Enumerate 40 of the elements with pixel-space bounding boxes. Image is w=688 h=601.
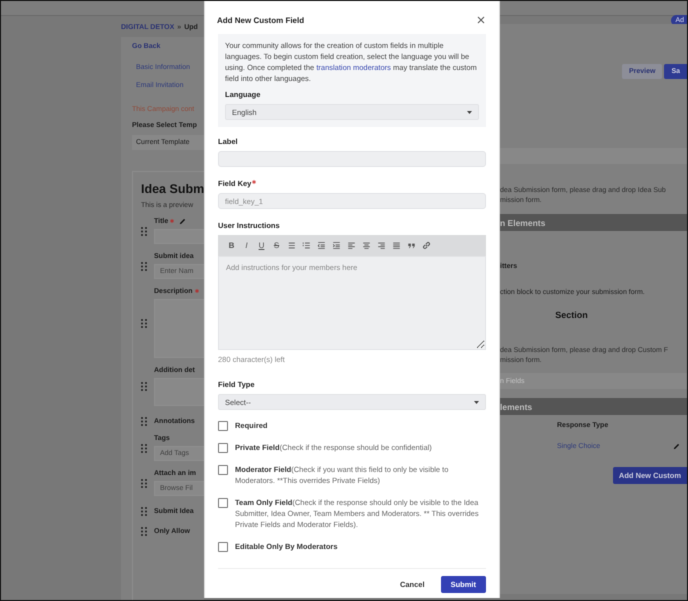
drag-handle-icon[interactable]: [141, 417, 147, 426]
drag-handle-icon[interactable]: [141, 382, 147, 391]
section-header: lements: [500, 402, 532, 412]
drag-handle-icon[interactable]: [141, 527, 147, 536]
drag-handle-icon[interactable]: [141, 444, 147, 452]
preview-title: Idea Subm: [141, 182, 204, 196]
drag-handle-icon[interactable]: [141, 478, 147, 488]
italic-button[interactable]: I: [242, 241, 251, 250]
drag-handle-icon[interactable]: [141, 262, 147, 270]
numbers-icon[interactable]: [302, 241, 311, 250]
underline-button[interactable]: U: [257, 241, 266, 250]
label-input[interactable]: [218, 151, 486, 167]
checkbox[interactable]: [218, 465, 228, 475]
align-left-icon[interactable]: [347, 241, 356, 250]
caret-icon: [467, 110, 472, 114]
section-header: n Elements: [500, 218, 546, 228]
close-icon[interactable]: [477, 16, 485, 24]
checkbox[interactable]: [218, 498, 228, 508]
link-icon[interactable]: [422, 241, 431, 250]
preview-input[interactable]: [154, 229, 204, 244]
bold-button[interactable]: B: [227, 241, 236, 250]
dialog-title: Add New Custom Field: [217, 16, 304, 24]
indent-icon[interactable]: [332, 241, 341, 250]
quote-icon[interactable]: [407, 241, 416, 250]
strike-button[interactable]: S: [272, 241, 281, 250]
bullets-icon[interactable]: [287, 241, 296, 250]
justify-icon[interactable]: [392, 241, 401, 250]
outdent-icon[interactable]: [317, 241, 326, 250]
checkbox[interactable]: [218, 542, 228, 552]
section-title: Section: [554, 310, 589, 320]
caret-icon: [474, 400, 479, 404]
align-right-icon[interactable]: [377, 241, 386, 250]
drag-handle-icon[interactable]: [141, 507, 147, 516]
checkbox[interactable]: [218, 443, 228, 453]
checkbox[interactable]: [218, 421, 228, 431]
drag-handle-icon[interactable]: [141, 318, 147, 328]
pencil-icon[interactable]: [673, 443, 680, 450]
pencil-icon[interactable]: [179, 218, 186, 225]
drag-handle-icon[interactable]: [141, 226, 147, 236]
align-center-icon[interactable]: [362, 241, 371, 250]
